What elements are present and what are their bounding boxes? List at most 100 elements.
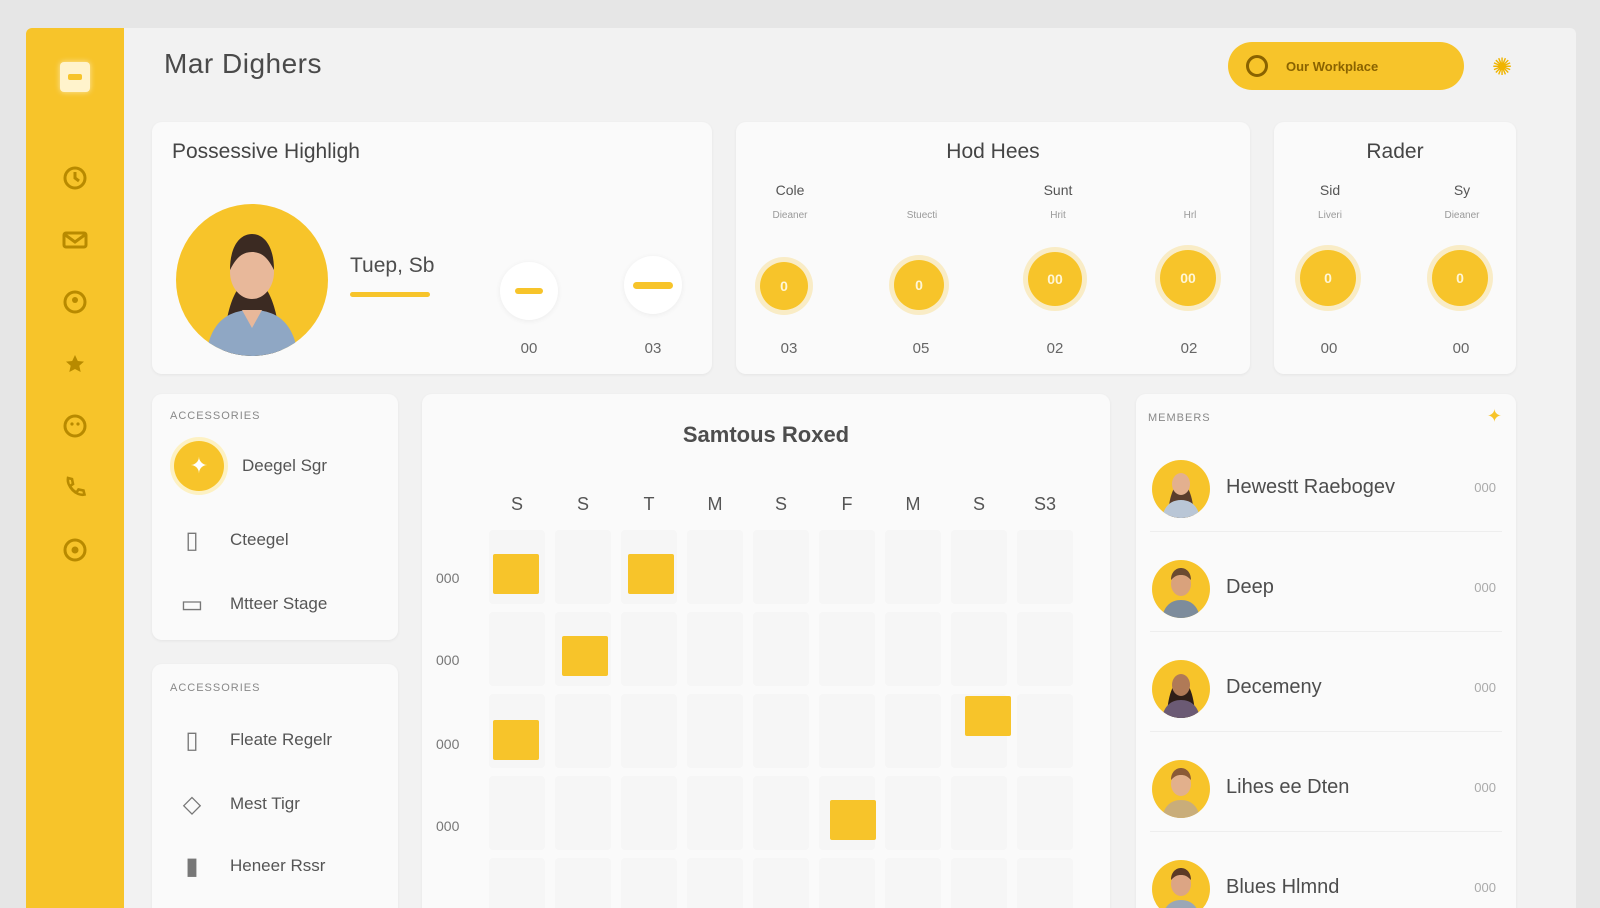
schedule-cell[interactable] — [753, 776, 809, 850]
schedule-event[interactable] — [628, 554, 674, 594]
schedule-card: Samtous Roxed S S T M S F M S S3 000 000… — [422, 394, 1110, 908]
settings-icon[interactable] — [59, 534, 91, 566]
schedule-cell[interactable] — [819, 858, 875, 908]
accessory-item[interactable]: ▭ Mtteer Stage — [172, 584, 328, 624]
schedule-cell[interactable] — [1017, 776, 1073, 850]
schedule-cell[interactable] — [819, 530, 875, 604]
metric-circle[interactable]: 0 — [1432, 250, 1488, 306]
schedule-event[interactable] — [562, 636, 608, 676]
schedule-cell[interactable] — [687, 694, 743, 768]
star-icon[interactable] — [59, 348, 91, 380]
accessory-item-label: Heneer Rssr — [230, 856, 326, 875]
stat-circle[interactable] — [624, 256, 682, 314]
schedule-cell[interactable] — [1017, 612, 1073, 686]
schedule-event[interactable] — [493, 720, 539, 760]
schedule-cell[interactable] — [687, 530, 743, 604]
member-meta: 000 — [1474, 680, 1496, 695]
stat-circle[interactable] — [500, 262, 558, 320]
accessory-item[interactable]: ◇ Mest Tigr — [172, 784, 300, 824]
phone-icon[interactable] — [59, 472, 91, 504]
schedule-cell[interactable] — [489, 776, 545, 850]
schedule-cell[interactable] — [1017, 530, 1073, 604]
accessory-item[interactable]: ▯ Cteegel — [172, 520, 289, 560]
logo-icon[interactable] — [60, 62, 90, 92]
schedule-cell[interactable] — [555, 694, 611, 768]
diamond-icon: ◇ — [182, 790, 202, 818]
schedule-event[interactable] — [965, 696, 1011, 736]
schedule-cell[interactable] — [555, 858, 611, 908]
schedule-cell[interactable] — [951, 776, 1007, 850]
schedule-cell[interactable] — [885, 858, 941, 908]
metric-circle[interactable]: 0 — [760, 262, 808, 310]
metric-label: 05 — [912, 340, 930, 357]
schedule-cell[interactable] — [621, 612, 677, 686]
accessory-item-label: Cteegel — [230, 530, 289, 549]
member-meta: 000 — [1474, 880, 1496, 895]
schedule-cell[interactable] — [753, 694, 809, 768]
schedule-cell[interactable] — [687, 776, 743, 850]
sparkle-icon[interactable]: ✦ — [1487, 406, 1502, 427]
gear-icon[interactable]: ✺ — [1490, 56, 1514, 80]
schedule-cell[interactable] — [753, 530, 809, 604]
schedule-cell[interactable] — [951, 530, 1007, 604]
divider — [1150, 531, 1502, 532]
schedule-cell[interactable] — [819, 694, 875, 768]
day-header: F — [841, 494, 853, 514]
metric-circle[interactable]: 00 — [1160, 250, 1216, 306]
workplace-button[interactable]: Our Workplace — [1228, 42, 1464, 90]
member-row[interactable]: Hewestt Raebogev 000 — [1150, 444, 1502, 532]
col-head: Sunt — [1043, 182, 1073, 198]
member-avatar — [1152, 860, 1210, 908]
col-head: Cole — [775, 182, 805, 198]
schedule-cell[interactable] — [1017, 694, 1073, 768]
schedule-cell[interactable] — [621, 694, 677, 768]
divider — [1150, 731, 1502, 732]
schedule-cell[interactable] — [489, 612, 545, 686]
schedule-cell[interactable] — [753, 858, 809, 908]
schedule-cell[interactable] — [951, 858, 1007, 908]
schedule-cell[interactable] — [951, 612, 1007, 686]
metric-circle[interactable]: 00 — [1028, 252, 1082, 306]
accessory-item[interactable]: ▯ Fleate Regelr — [172, 720, 332, 760]
day-header: M — [707, 494, 723, 514]
member-row[interactable]: Lihes ee Dten 000 — [1150, 744, 1502, 832]
schedule-cell[interactable] — [621, 776, 677, 850]
schedule-cell[interactable] — [555, 530, 611, 604]
schedule-cell[interactable] — [885, 776, 941, 850]
schedule-cell[interactable] — [1017, 858, 1073, 908]
schedule-cell[interactable] — [885, 612, 941, 686]
schedule-cell[interactable] — [621, 858, 677, 908]
member-row[interactable]: Blues Hlmnd 000 — [1150, 844, 1502, 908]
member-avatar — [1152, 660, 1210, 718]
schedule-cell[interactable] — [555, 776, 611, 850]
schedule-cell[interactable] — [819, 612, 875, 686]
schedule-cell[interactable] — [885, 530, 941, 604]
schedule-cell[interactable] — [489, 858, 545, 908]
schedule-event[interactable] — [493, 554, 539, 594]
clock-icon[interactable] — [59, 162, 91, 194]
workplace-button-label: Our Workplace — [1286, 58, 1379, 74]
schedule-cell[interactable] — [687, 612, 743, 686]
schedule-event[interactable] — [830, 800, 876, 840]
user-circle-icon[interactable] — [59, 286, 91, 318]
accessory-item[interactable]: ✦ Deegel Sgr — [172, 441, 327, 491]
metric-circle[interactable]: 0 — [1300, 250, 1356, 306]
schedule-cell[interactable] — [753, 612, 809, 686]
member-meta: 000 — [1474, 580, 1496, 595]
member-row[interactable]: Deep 000 — [1150, 544, 1502, 632]
day-header: M — [905, 494, 921, 514]
bottle-icon: ▮ — [185, 852, 199, 880]
member-row[interactable]: Decemeny 000 — [1150, 644, 1502, 732]
schedule-cell[interactable] — [885, 694, 941, 768]
divider — [1150, 631, 1502, 632]
member-meta: 000 — [1474, 780, 1496, 795]
day-header: S — [510, 494, 523, 514]
member-avatar — [1152, 760, 1210, 818]
mail-icon[interactable] — [59, 224, 91, 256]
metric-label: 03 — [780, 340, 798, 357]
schedule-cell[interactable] — [687, 858, 743, 908]
face-icon[interactable] — [59, 410, 91, 442]
accessory-item[interactable]: ▮ Heneer Rssr — [172, 846, 325, 886]
metric-circle[interactable]: 0 — [894, 260, 944, 310]
member-name: Deep — [1226, 576, 1274, 598]
